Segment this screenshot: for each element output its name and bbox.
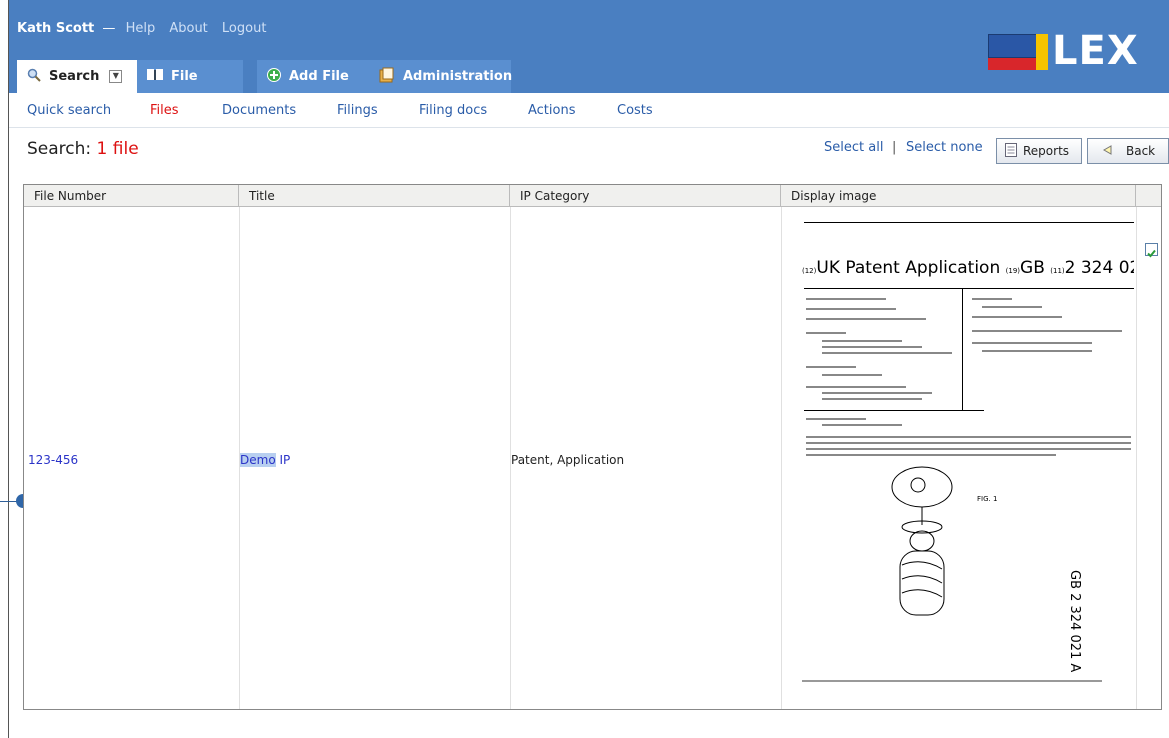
patent-column-rule [962,288,963,410]
tab-search-label: Search [49,69,100,84]
app-header: Kath Scott — Help About Logout LEX Searc… [9,0,1169,93]
tab-administration[interactable]: Administration [369,60,513,93]
column-header-display-image[interactable]: Display image [781,185,1136,207]
user-dash: — [102,21,116,36]
page-title-prefix: Search: [27,139,97,159]
patent-top-rule [804,222,1134,223]
row-select-checkbox[interactable] [1145,243,1158,258]
patent-rule [804,410,984,411]
user-name: Kath Scott [17,21,95,36]
back-button-label: Back [1126,144,1156,158]
ip-category-value: Patent, Application [511,453,625,467]
subnav-documents[interactable]: Documents [222,103,296,118]
patent-heading-main: UK Patent Application [816,258,1001,278]
subnav-filings[interactable]: Filings [337,103,378,118]
column-header-ip-category[interactable]: IP Category [510,185,781,207]
help-link[interactable]: Help [126,21,156,36]
tab-administration-label: Administration [403,69,513,84]
back-arrow-icon [1102,144,1112,158]
back-button[interactable]: Back [1087,138,1169,164]
tab-add-file-label: Add File [289,69,349,84]
tab-file[interactable]: File [137,60,243,93]
search-icon [27,68,41,86]
subnav-costs[interactable]: Costs [617,103,653,118]
title-link[interactable]: Demo IP [240,453,290,467]
patent-drawing [891,466,953,616]
document-icon [1005,142,1017,160]
logo-flag-icon [988,34,1048,70]
book-icon [147,68,163,85]
file-number-link[interactable]: 123-456 [28,453,78,467]
title-rest: IP [275,453,291,467]
subnav-filing-docs[interactable]: Filing docs [419,103,487,118]
subnav-actions[interactable]: Actions [528,103,576,118]
patent-figure-label: FIG. 1 [977,495,998,503]
reports-button[interactable]: Reports [996,138,1082,164]
subnav-quick-search[interactable]: Quick search [27,103,111,118]
sub-navigation: Quick search Files Documents Filings Fil… [9,93,1169,128]
folder-icon [379,67,395,87]
user-bar: Kath Scott — Help About Logout [17,21,276,36]
page-title: Search: 1 file [27,139,139,159]
add-icon [267,67,281,86]
title-highlight: Demo [240,453,276,467]
patent-display-image[interactable]: (12)UK Patent Application (19)GB (11)2 3… [782,210,1134,706]
tab-search[interactable]: Search ▼ [17,60,137,93]
logo-text: LEX [1052,28,1139,74]
subnav-files[interactable]: Files [150,103,179,118]
patent-rule [804,288,1134,289]
patent-country: GB [1020,258,1045,278]
tab-add-file[interactable]: Add File [257,60,369,93]
chevron-down-icon[interactable]: ▼ [109,70,123,83]
select-separator: | [892,140,897,155]
result-count: 1 file [96,139,139,159]
patent-footer-line [802,680,1102,682]
tab-file-label: File [171,69,198,84]
column-divider [1136,207,1137,709]
select-all-link[interactable]: Select all [824,140,883,155]
patent-number: 2 324 021 [1064,258,1134,278]
select-none-link[interactable]: Select none [906,140,983,155]
reports-button-label: Reports [1023,144,1070,158]
column-header-file-number[interactable]: File Number [24,185,239,207]
patent-heading: (12)UK Patent Application (19)GB (11)2 3… [802,258,1134,278]
patent-side-number: GB 2 324 021 A [1067,570,1082,673]
column-header-title[interactable]: Title [239,185,510,207]
about-link[interactable]: About [169,21,207,36]
lex-logo: LEX [988,28,1158,74]
column-header-select [1136,185,1161,207]
logout-link[interactable]: Logout [222,21,267,36]
